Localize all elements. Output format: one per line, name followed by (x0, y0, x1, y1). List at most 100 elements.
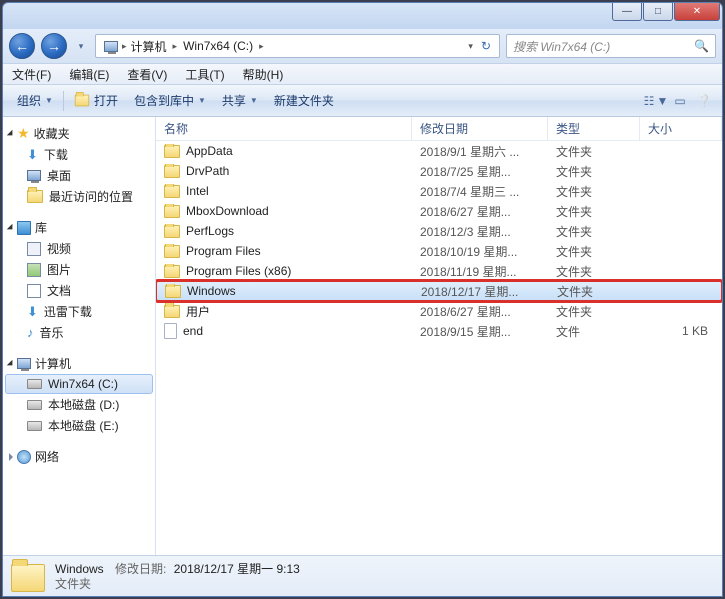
nav-item-xunlei[interactable]: ⬇迅雷下载 (5, 301, 153, 322)
menu-tools[interactable]: 工具(T) (176, 64, 233, 84)
file-type: 文件夹 (548, 243, 640, 260)
file-row[interactable]: Program Files2018/10/19 星期...文件夹 (156, 241, 722, 261)
breadcrumb-label: Win7x64 (C:) (183, 39, 253, 53)
chevron-right-icon: ▸ (122, 41, 127, 52)
menu-help[interactable]: 帮助(H) (234, 64, 293, 84)
file-row[interactable]: Windows2018/12/17 星期...文件夹 (156, 281, 722, 301)
column-date[interactable]: 修改日期 (412, 117, 548, 140)
file-date: 2018/6/27 星期... (412, 303, 548, 320)
menu-file[interactable]: 文件(F) (3, 64, 60, 84)
chevron-down-icon[interactable]: ▾ (468, 41, 473, 52)
titlebar[interactable]: — □ ✕ (3, 3, 722, 29)
search-input[interactable]: 搜索 Win7x64 (C:) 🔍 (506, 34, 716, 58)
file-type: 文件夹 (548, 203, 640, 220)
menu-view[interactable]: 查看(V) (118, 64, 176, 84)
file-row[interactable]: Intel2018/7/4 星期三 ...文件夹 (156, 181, 722, 201)
video-icon (27, 242, 41, 256)
file-name: 用户 (186, 303, 210, 320)
column-type[interactable]: 类型 (548, 117, 640, 140)
folder-icon (165, 285, 181, 298)
file-date: 2018/7/4 星期三 ... (412, 183, 548, 200)
details-date: 2018/12/17 星期一 9:13 (174, 562, 300, 576)
forward-button[interactable]: → (41, 33, 67, 59)
breadcrumb[interactable]: ▸ 计算机 ▸ Win7x64 (C:) ▸ ▾ ↻ (95, 34, 500, 58)
minimize-button[interactable]: — (612, 3, 642, 21)
file-row[interactable]: DrvPath2018/7/25 星期...文件夹 (156, 161, 722, 181)
file-row[interactable]: MboxDownload2018/6/27 星期...文件夹 (156, 201, 722, 221)
file-list-pane: 名称 修改日期 类型 大小 AppData2018/9/1 星期六 ...文件夹… (156, 117, 722, 555)
desktop-icon (27, 170, 41, 181)
breadcrumb-drive[interactable]: Win7x64 (C:) (179, 39, 257, 53)
network-icon (17, 450, 31, 464)
nav-item-pictures[interactable]: 图片 (5, 259, 153, 280)
libraries-group[interactable]: 库 (5, 217, 153, 238)
nav-item-videos[interactable]: 视频 (5, 238, 153, 259)
star-icon: ★ (17, 125, 30, 142)
organize-button[interactable]: 组织▼ (9, 89, 61, 113)
separator (63, 91, 64, 111)
nav-item-drive-e[interactable]: 本地磁盘 (E:) (5, 415, 153, 436)
new-folder-button[interactable]: 新建文件夹 (266, 89, 342, 113)
share-button[interactable]: 共享▼ (214, 89, 266, 113)
nav-item-drive-c[interactable]: Win7x64 (C:) (5, 374, 153, 394)
breadcrumb-computer[interactable]: ▸ 计算机 (100, 38, 171, 55)
chevron-down-icon: ▼ (250, 96, 258, 105)
nav-item-drive-d[interactable]: 本地磁盘 (D:) (5, 394, 153, 415)
history-dropdown[interactable]: ▾ (73, 36, 89, 56)
file-name: end (183, 324, 203, 338)
file-date: 2018/12/3 星期... (412, 223, 548, 240)
picture-icon (27, 263, 41, 277)
nav-item-recent[interactable]: 最近访问的位置 (5, 186, 153, 207)
file-row[interactable]: PerfLogs2018/12/3 星期...文件夹 (156, 221, 722, 241)
folder-icon (164, 245, 180, 258)
document-icon (27, 284, 41, 298)
file-type: 文件夹 (548, 143, 640, 160)
drive-icon (27, 379, 42, 389)
file-size: 1 KB (640, 324, 722, 338)
file-date: 2018/6/27 星期... (412, 203, 548, 220)
file-row[interactable]: AppData2018/9/1 星期六 ...文件夹 (156, 141, 722, 161)
close-button[interactable]: ✕ (674, 3, 720, 21)
folder-icon (164, 145, 180, 158)
refresh-button[interactable]: ↻ (477, 39, 495, 53)
music-icon: ♪ (27, 325, 34, 340)
help-button[interactable]: ❔ (692, 89, 716, 113)
file-date: 2018/11/19 星期... (412, 263, 548, 280)
include-in-library-button[interactable]: 包含到库中▼ (126, 89, 214, 113)
navigation-pane: ★收藏夹 ⬇下载 桌面 最近访问的位置 库 视频 图片 文档 ⬇迅雷下载 ♪音乐… (3, 117, 156, 555)
preview-pane-button[interactable]: ▭ (668, 89, 692, 113)
nav-item-documents[interactable]: 文档 (5, 280, 153, 301)
file-icon (164, 323, 177, 339)
file-date: 2018/10/19 星期... (412, 243, 548, 260)
toolbar: 组织▼ 打开 包含到库中▼ 共享▼ 新建文件夹 ☷▼ ▭ ❔ (3, 85, 722, 117)
file-name: PerfLogs (186, 224, 234, 238)
column-headers: 名称 修改日期 类型 大小 (156, 117, 722, 141)
folder-icon (164, 165, 180, 178)
nav-item-music[interactable]: ♪音乐 (5, 322, 153, 343)
favorites-group[interactable]: ★收藏夹 (5, 123, 153, 144)
menu-edit[interactable]: 编辑(E) (60, 64, 118, 84)
details-pane: Windows 修改日期: 2018/12/17 星期一 9:13 文件夹 (3, 555, 722, 597)
file-row[interactable]: Program Files (x86)2018/11/19 星期...文件夹 (156, 261, 722, 281)
computer-group[interactable]: 计算机 (5, 353, 153, 374)
search-placeholder: 搜索 Win7x64 (C:) (513, 38, 610, 55)
maximize-button[interactable]: □ (643, 3, 673, 21)
file-type: 文件夹 (549, 283, 641, 300)
details-date-label: 修改日期: (115, 562, 166, 576)
file-row[interactable]: end2018/9/15 星期...文件1 KB (156, 321, 722, 341)
network-group[interactable]: 网络 (5, 446, 153, 467)
file-name: Program Files (x86) (186, 264, 291, 278)
file-row[interactable]: 用户2018/6/27 星期...文件夹 (156, 301, 722, 321)
column-name[interactable]: 名称 (156, 117, 412, 140)
column-size[interactable]: 大小 (640, 117, 722, 140)
nav-item-desktop[interactable]: 桌面 (5, 165, 153, 186)
details-name: Windows (55, 562, 104, 576)
open-button[interactable]: 打开 (66, 89, 126, 113)
folder-icon (11, 564, 45, 592)
file-name: Intel (186, 184, 209, 198)
download-icon: ⬇ (27, 147, 38, 163)
details-type: 文件夹 (55, 577, 300, 592)
back-button[interactable]: ← (9, 33, 35, 59)
nav-item-downloads[interactable]: ⬇下载 (5, 144, 153, 165)
view-options-button[interactable]: ☷▼ (644, 89, 668, 113)
